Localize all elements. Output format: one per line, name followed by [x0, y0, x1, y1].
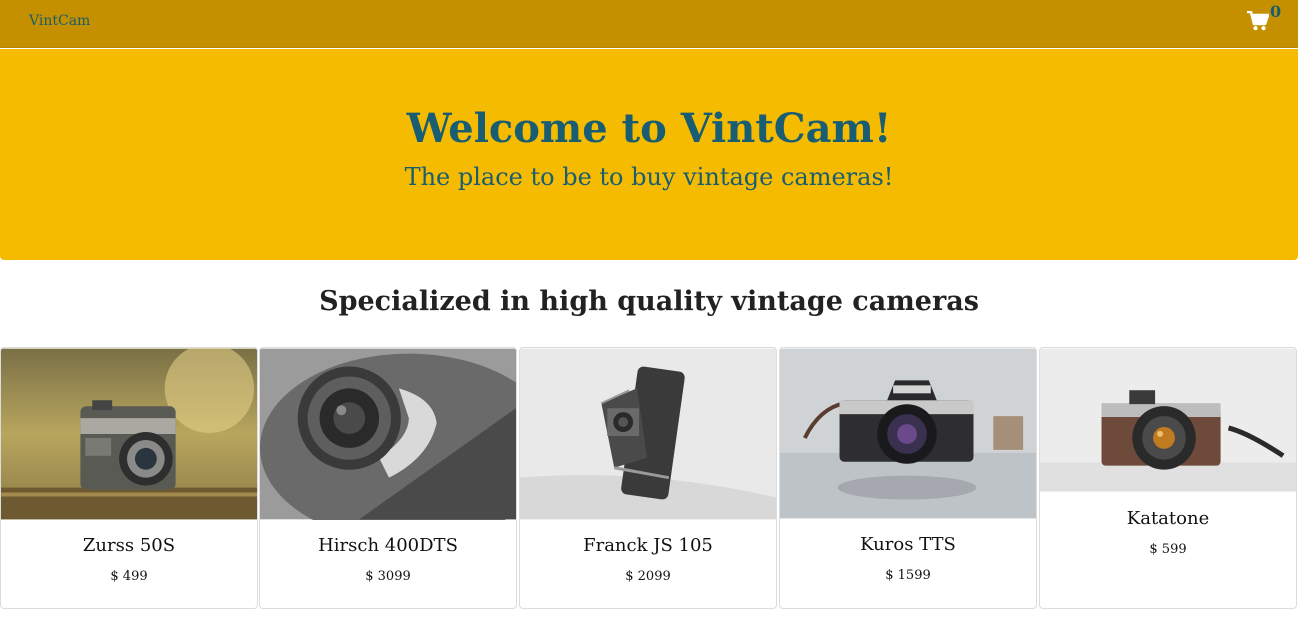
product-name: Kuros TTS — [860, 534, 956, 555]
cart-button[interactable]: 0 — [1247, 2, 1291, 38]
hero-banner: Welcome to VintCam! The place to be to b… — [0, 49, 1298, 260]
brand-link[interactable]: VintCam — [29, 13, 90, 29]
slr-camera-photo — [780, 348, 1036, 519]
section-title: Specialized in high quality vintage came… — [319, 286, 979, 317]
rangefinder-camera-photo — [1040, 348, 1296, 492]
product-price: $ 599 — [1149, 542, 1187, 557]
product-name: Zurss 50S — [82, 535, 176, 556]
cart-count-badge: 0 — [1270, 2, 1282, 21]
product-card[interactable]: Hirsch 400DTS $ 3099 — [259, 347, 517, 609]
product-card[interactable]: Kuros TTS $ 1599 — [779, 347, 1037, 609]
folding-camera-photo — [520, 348, 776, 520]
product-name: Hirsch 400DTS — [318, 535, 458, 556]
product-card[interactable]: Franck JS 105 $ 2099 — [519, 347, 777, 609]
camera-lens-photo — [260, 348, 516, 520]
product-card[interactable]: Zurss 50S $ 499 — [0, 347, 258, 609]
product-card[interactable]: Katatone $ 599 — [1039, 347, 1297, 609]
product-price: $ 1599 — [885, 568, 931, 583]
product-name: Katatone — [1126, 508, 1210, 529]
hero-title: Welcome to VintCam! — [406, 105, 892, 152]
product-price: $ 499 — [110, 569, 148, 584]
camera-photo — [1, 348, 257, 520]
product-price: $ 2099 — [625, 569, 671, 584]
navbar: VintCam 0 — [0, 0, 1298, 48]
shopping-cart-icon — [1247, 11, 1269, 31]
product-name: Franck JS 105 — [583, 535, 713, 556]
hero-subtitle: The place to be to buy vintage cameras! — [404, 163, 894, 191]
product-price: $ 3099 — [365, 569, 411, 584]
product-grid: Zurss 50S $ 499 Hirsch 400DTS $ 3099 Fra… — [0, 347, 1298, 609]
